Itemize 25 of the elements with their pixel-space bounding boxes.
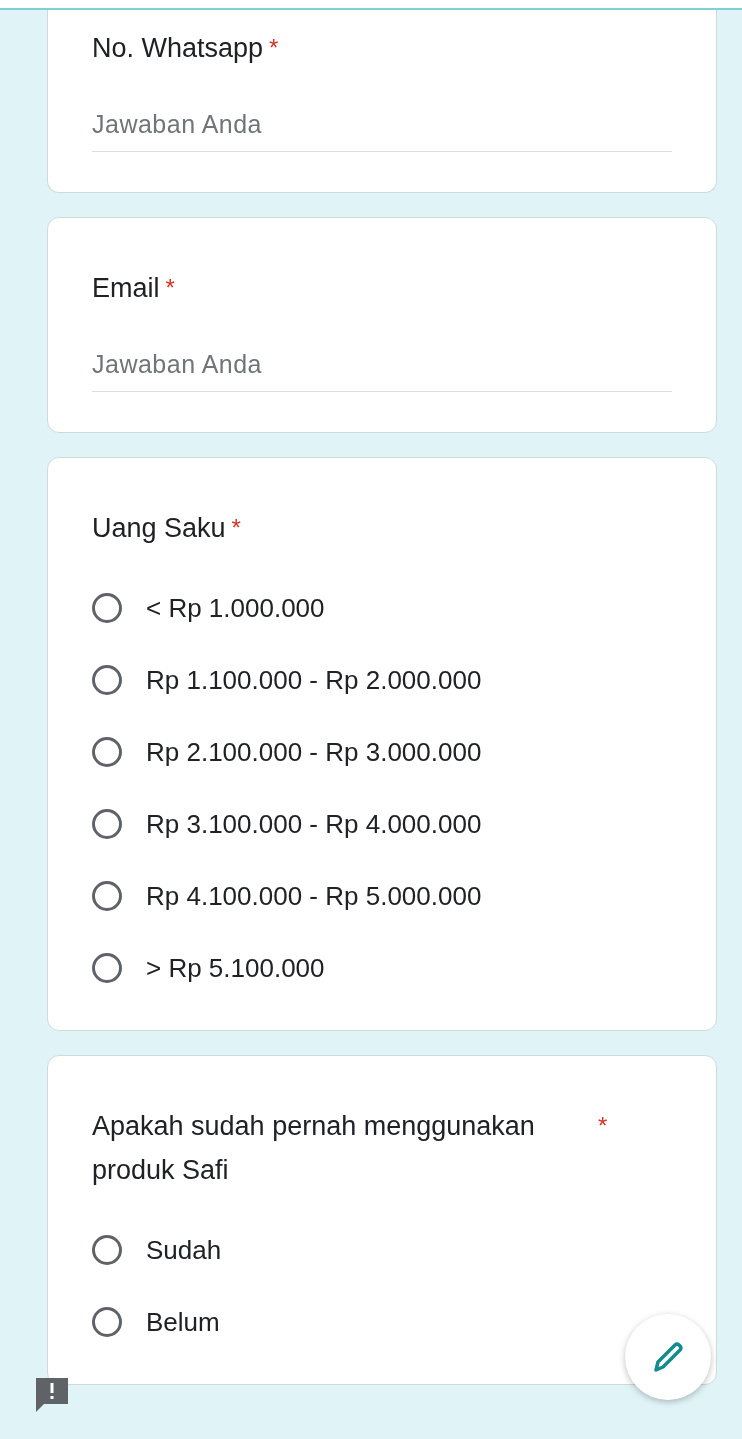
question-title: Apakah sudah pernah menggunakan produk Safi	[92, 1110, 536, 1187]
radio-button[interactable]	[92, 1307, 122, 1337]
required-asterisk: *	[598, 1111, 608, 1141]
required-asterisk: *	[165, 273, 175, 303]
required-asterisk: *	[269, 33, 279, 63]
feedback-icon[interactable]	[34, 1376, 70, 1412]
option-label: < Rp 1.000.000	[146, 592, 325, 624]
required-asterisk: *	[231, 513, 241, 543]
option-label: > Rp 5.100.000	[146, 952, 325, 984]
option-label: Sudah	[146, 1234, 222, 1266]
radio-button[interactable]	[92, 809, 122, 839]
radio-button[interactable]	[92, 953, 122, 983]
option-label: Rp 3.100.000 - Rp 4.000.000	[146, 808, 482, 840]
option-label: Rp 4.100.000 - Rp 5.000.000	[146, 880, 482, 912]
question-title: No. Whatsapp	[92, 32, 264, 65]
radio-button[interactable]	[92, 881, 122, 911]
radio-button[interactable]	[92, 593, 122, 623]
radio-button[interactable]	[92, 737, 122, 767]
option-label: Rp 2.100.000 - Rp 3.000.000	[146, 736, 482, 768]
question-title: Uang Saku	[92, 512, 226, 545]
question-title: Email	[92, 272, 160, 305]
option-label: Belum	[146, 1306, 220, 1338]
option-label: Rp 1.100.000 - Rp 2.000.000	[146, 664, 482, 696]
radio-button[interactable]	[92, 1235, 122, 1265]
radio-button[interactable]	[92, 665, 122, 695]
